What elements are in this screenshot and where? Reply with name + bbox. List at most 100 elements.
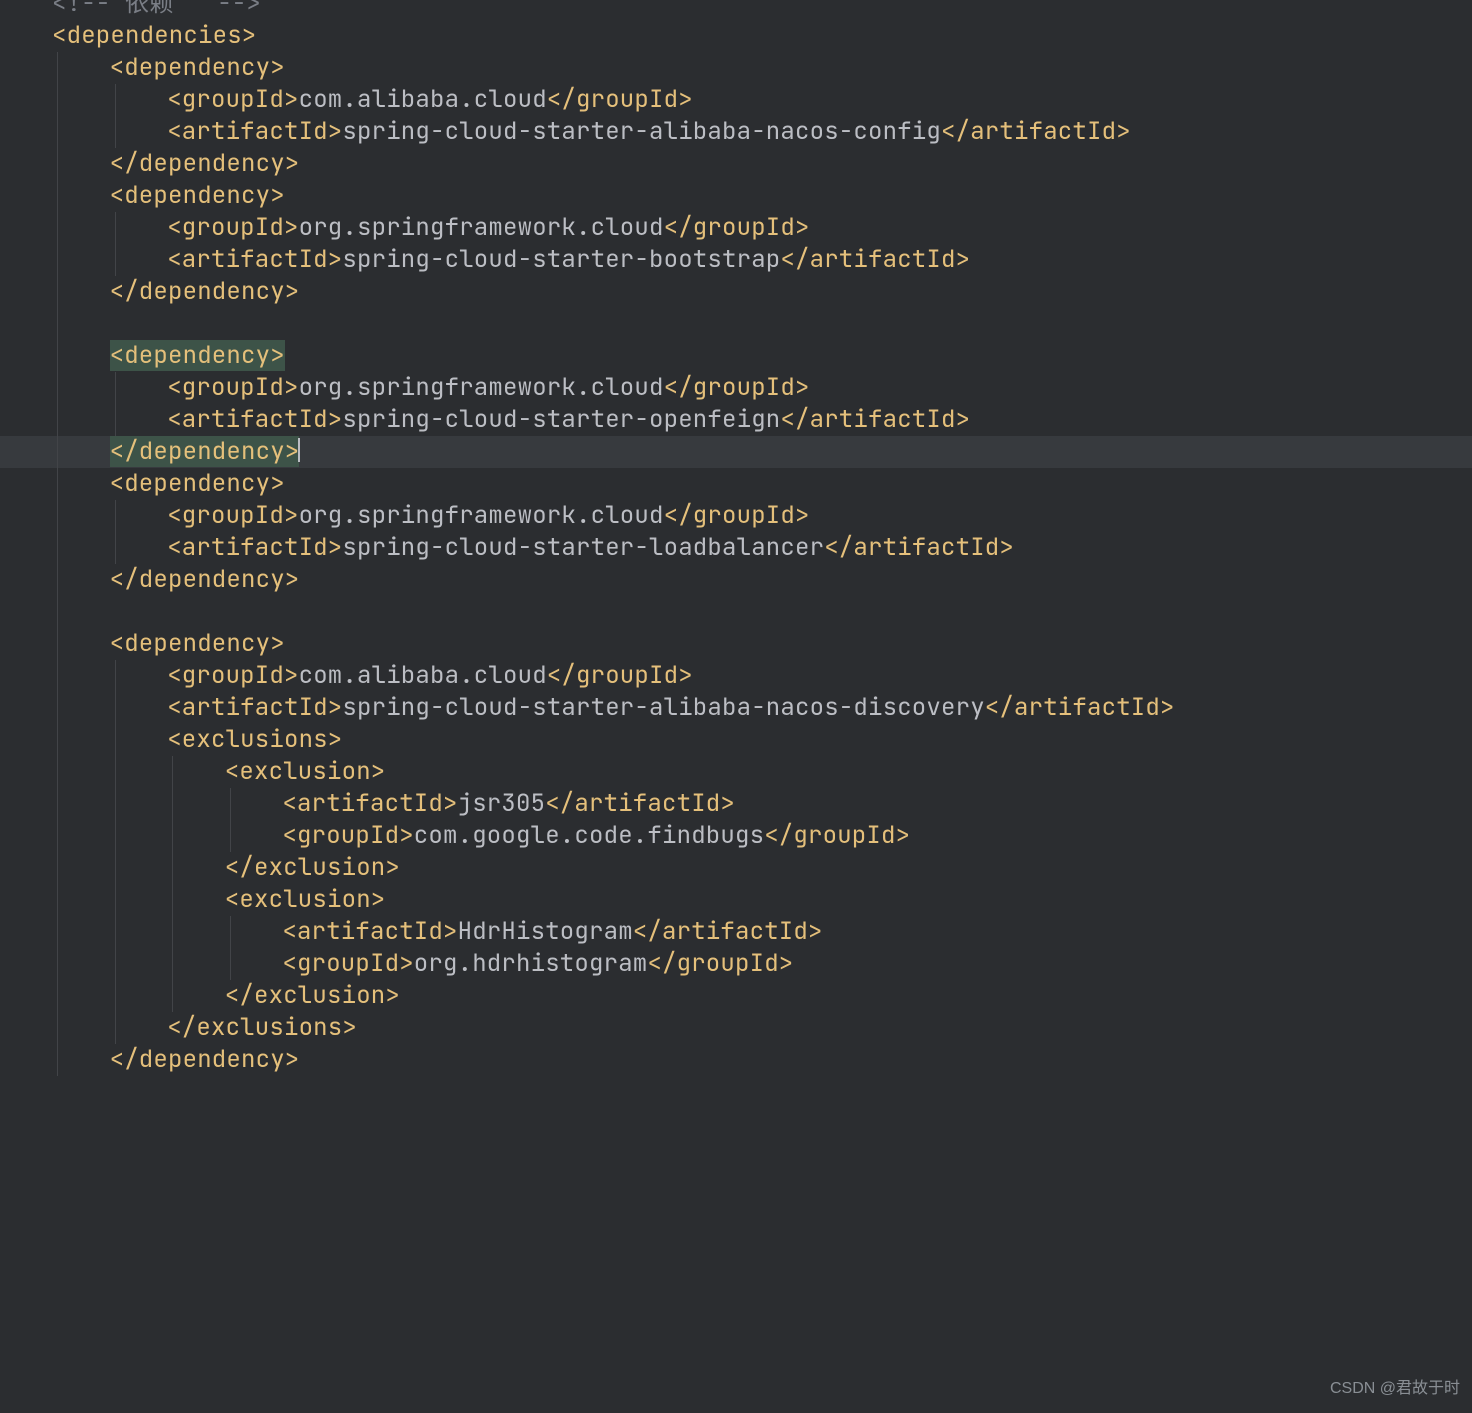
code-token: <!-- 依赖 -->: [52, 0, 261, 19]
code-token: com.alibaba.cloud: [299, 660, 547, 691]
code-token: org.hdrhistogram: [414, 948, 648, 979]
code-line[interactable]: <!-- 依赖 -->: [0, 0, 1472, 20]
line-content: [0, 308, 110, 339]
line-content: <artifactId>jsr305</artifactId>: [0, 788, 735, 819]
code-line[interactable]: <exclusion>: [0, 756, 1472, 788]
line-content: [0, 596, 110, 627]
line-content: <dependencies>: [0, 20, 256, 51]
code-line[interactable]: </dependency>: [0, 148, 1472, 180]
code-token: spring-cloud-starter-loadbalancer: [342, 532, 824, 563]
code-line[interactable]: <dependency>: [0, 468, 1472, 500]
code-line[interactable]: </dependency>: [0, 1044, 1472, 1076]
code-line[interactable]: [0, 308, 1472, 340]
code-line[interactable]: </dependency>: [0, 564, 1472, 596]
line-content: </dependency>: [0, 148, 299, 179]
code-line[interactable]: <exclusion>: [0, 884, 1472, 916]
code-token: </groupId>: [664, 212, 810, 243]
code-token: </dependency>: [110, 1044, 300, 1075]
line-content: <artifactId>spring-cloud-starter-alibaba…: [0, 692, 1175, 723]
code-token: </artifactId>: [633, 916, 823, 947]
code-token: </groupId>: [664, 372, 810, 403]
code-line[interactable]: <dependency>: [0, 52, 1472, 84]
code-token: <groupId>: [282, 948, 413, 979]
code-token: <exclusion>: [225, 884, 386, 915]
code-line[interactable]: <artifactId>spring-cloud-starter-bootstr…: [0, 244, 1472, 276]
line-content: <exclusion>: [0, 884, 385, 915]
text-cursor: [298, 438, 300, 462]
code-token: com.alibaba.cloud: [299, 84, 547, 115]
code-token: <artifactId>: [167, 532, 342, 563]
code-line[interactable]: <artifactId>spring-cloud-starter-loadbal…: [0, 532, 1472, 564]
line-content: </dependency>: [0, 1044, 299, 1075]
code-token: </exclusion>: [225, 852, 400, 883]
code-line[interactable]: <artifactId>spring-cloud-starter-alibaba…: [0, 116, 1472, 148]
line-content: <groupId>com.alibaba.cloud</groupId>: [0, 84, 693, 115]
code-token: spring-cloud-starter-alibaba-nacos-disco…: [342, 692, 984, 723]
code-line[interactable]: <artifactId>HdrHistogram</artifactId>: [0, 916, 1472, 948]
code-token: <artifactId>: [282, 916, 457, 947]
line-content: </exclusions>: [0, 1012, 357, 1043]
code-line[interactable]: </exclusions>: [0, 1012, 1472, 1044]
code-token: <artifactId>: [167, 404, 342, 435]
code-token: <dependency>: [110, 468, 285, 499]
code-token: <groupId>: [167, 84, 298, 115]
code-token: org.springframework.cloud: [299, 212, 664, 243]
code-line[interactable]: </dependency>: [0, 436, 1472, 468]
line-content: <dependency>: [0, 180, 285, 211]
code-token: <dependency>: [110, 52, 285, 83]
line-content: </dependency>: [0, 436, 300, 467]
line-content: <artifactId>spring-cloud-starter-alibaba…: [0, 116, 1131, 147]
code-token: </artifactId>: [780, 244, 970, 275]
code-token: HdrHistogram: [458, 916, 633, 947]
code-line[interactable]: </exclusion>: [0, 980, 1472, 1012]
code-line[interactable]: <groupId>com.alibaba.cloud</groupId>: [0, 84, 1472, 116]
line-content: <dependency>: [0, 628, 285, 659]
line-content: <groupId>org.springframework.cloud</grou…: [0, 372, 810, 403]
code-line[interactable]: <dependency>: [0, 628, 1472, 660]
code-token: org.springframework.cloud: [299, 372, 664, 403]
code-token: <exclusions>: [167, 724, 342, 755]
line-content: <artifactId>spring-cloud-starter-openfei…: [0, 404, 970, 435]
code-line[interactable]: </dependency>: [0, 276, 1472, 308]
code-line[interactable]: <artifactId>jsr305</artifactId>: [0, 788, 1472, 820]
line-content: <dependency>: [0, 468, 285, 499]
code-token: <groupId>: [167, 660, 298, 691]
code-token: <artifactId>: [167, 116, 342, 147]
line-content: <groupId>com.alibaba.cloud</groupId>: [0, 660, 693, 691]
code-line[interactable]: [0, 596, 1472, 628]
code-line[interactable]: <exclusions>: [0, 724, 1472, 756]
code-line[interactable]: <dependency>: [0, 180, 1472, 212]
code-token: </artifactId>: [545, 788, 735, 819]
line-content: <groupId>org.springframework.cloud</grou…: [0, 500, 810, 531]
code-line[interactable]: <groupId>org.springframework.cloud</grou…: [0, 212, 1472, 244]
code-token: jsr305: [458, 788, 546, 819]
code-token: </artifactId>: [941, 116, 1131, 147]
code-line[interactable]: <groupId>com.google.code.findbugs</group…: [0, 820, 1472, 852]
code-token: </exclusions>: [167, 1012, 357, 1043]
code-token: <groupId>: [167, 212, 298, 243]
line-content: <dependency>: [0, 52, 285, 83]
code-line[interactable]: <groupId>org.hdrhistogram</groupId>: [0, 948, 1472, 980]
code-line[interactable]: <groupId>org.springframework.cloud</grou…: [0, 500, 1472, 532]
line-content: <groupId>org.hdrhistogram</groupId>: [0, 948, 793, 979]
code-line[interactable]: <dependency>: [0, 340, 1472, 372]
line-content: <artifactId>spring-cloud-starter-bootstr…: [0, 244, 970, 275]
code-token: </artifactId>: [824, 532, 1014, 563]
code-token: <dependency>: [110, 628, 285, 659]
code-token: </groupId>: [664, 500, 810, 531]
code-token: org.springframework.cloud: [299, 500, 664, 531]
code-token: </groupId>: [647, 948, 793, 979]
code-line[interactable]: <artifactId>spring-cloud-starter-openfei…: [0, 404, 1472, 436]
code-line[interactable]: </exclusion>: [0, 852, 1472, 884]
code-token: <artifactId>: [282, 788, 457, 819]
code-editor[interactable]: <!-- 依赖 --><dependencies><dependency><gr…: [0, 0, 1472, 1076]
code-line[interactable]: <artifactId>spring-cloud-starter-alibaba…: [0, 692, 1472, 724]
code-line[interactable]: <groupId>org.springframework.cloud</grou…: [0, 372, 1472, 404]
code-line[interactable]: <groupId>com.alibaba.cloud</groupId>: [0, 660, 1472, 692]
code-line[interactable]: <dependencies>: [0, 20, 1472, 52]
line-content: </exclusion>: [0, 980, 400, 1011]
code-token: spring-cloud-starter-openfeign: [342, 404, 780, 435]
code-token: <groupId>: [167, 372, 298, 403]
watermark: CSDN @君故于时: [1330, 1373, 1460, 1405]
code-token: </artifactId>: [780, 404, 970, 435]
